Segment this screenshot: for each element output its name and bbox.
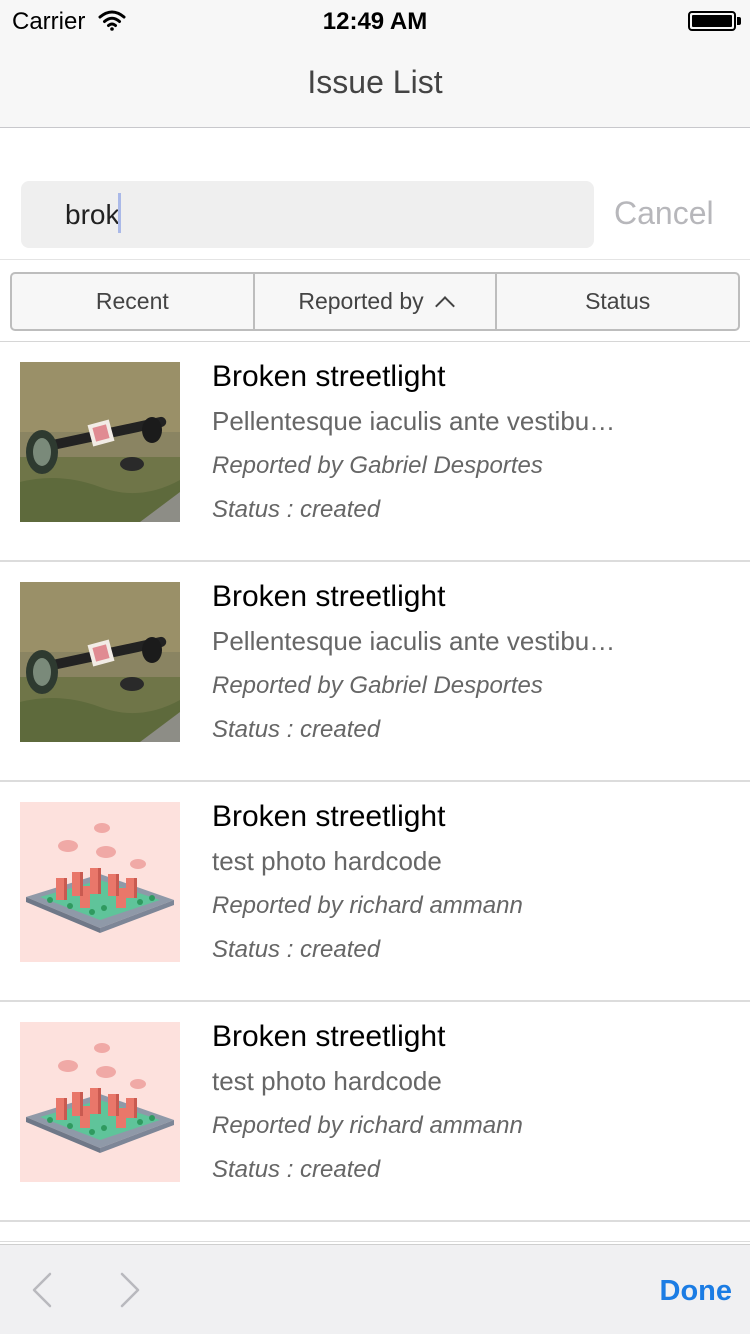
segment-label: Status xyxy=(585,288,651,314)
issue-reporter: Reported by Gabriel Desportes xyxy=(212,672,543,699)
keyboard-toolbar: Done xyxy=(0,1244,750,1334)
top-bar: Carrier 12:49 AM Issue List xyxy=(0,0,750,128)
issue-row[interactable]: Broken streetlight test photo hardcode R… xyxy=(0,1002,750,1222)
issue-status: Status : created xyxy=(212,936,381,963)
status-bar: Carrier 12:49 AM xyxy=(0,0,750,40)
issue-row[interactable]: Broken streetlight Pellentesque iaculis … xyxy=(0,342,750,562)
issue-status: Status : created xyxy=(212,1156,381,1183)
segment-status[interactable]: Status xyxy=(497,274,738,329)
cancel-button[interactable]: Cancel xyxy=(614,195,714,232)
text-cursor xyxy=(118,193,121,233)
issue-list: Broken streetlight Pellentesque iaculis … xyxy=(0,342,750,1242)
done-button[interactable]: Done xyxy=(660,1275,733,1308)
issue-reporter: Reported by Gabriel Desportes xyxy=(212,452,543,479)
segment-reported-by[interactable]: Reported by xyxy=(255,274,498,329)
filter-segmented-control: Recent Reported by Status xyxy=(10,272,740,331)
issue-title: Broken streetlight xyxy=(212,1020,446,1053)
streetlight-photo xyxy=(20,582,180,742)
issue-title: Broken streetlight xyxy=(212,580,446,613)
segment-label: Recent xyxy=(95,288,169,314)
issue-description: test photo hardcode xyxy=(212,846,442,876)
status-time: 12:49 AM xyxy=(322,8,428,35)
issue-description: Pellentesque iaculis ante vestibu… xyxy=(212,626,616,656)
issue-status: Status : created xyxy=(212,496,381,523)
issue-reporter: Reported by richard ammann xyxy=(212,1112,523,1139)
chevron-left-icon[interactable] xyxy=(26,1272,62,1308)
issue-row[interactable]: Broken streetlight Pellentesque iaculis … xyxy=(0,562,750,782)
issue-row[interactable]: Broken streetlight test photo hardcode R… xyxy=(0,782,750,1002)
issue-reporter: Reported by richard ammann xyxy=(212,892,523,919)
search-area: Cancel xyxy=(0,129,750,260)
segment-label: Reported by xyxy=(298,288,424,314)
streetlight-photo xyxy=(20,362,180,522)
page-title: Issue List xyxy=(307,64,443,100)
battery-tip xyxy=(737,17,741,25)
issue-title: Broken streetlight xyxy=(212,360,446,393)
issue-description: test photo hardcode xyxy=(212,1066,442,1096)
city-illustration xyxy=(20,1022,180,1182)
segment-recent[interactable]: Recent xyxy=(12,274,255,329)
list-item-partial xyxy=(0,1222,750,1242)
chevron-right-icon[interactable] xyxy=(110,1272,146,1308)
city-illustration xyxy=(20,802,180,962)
issue-status: Status : created xyxy=(212,716,381,743)
search-input[interactable] xyxy=(21,181,594,248)
battery-icon xyxy=(688,11,736,31)
chevron-up-icon xyxy=(434,295,455,316)
issue-description: Pellentesque iaculis ante vestibu… xyxy=(212,406,616,436)
issue-title: Broken streetlight xyxy=(212,800,446,833)
